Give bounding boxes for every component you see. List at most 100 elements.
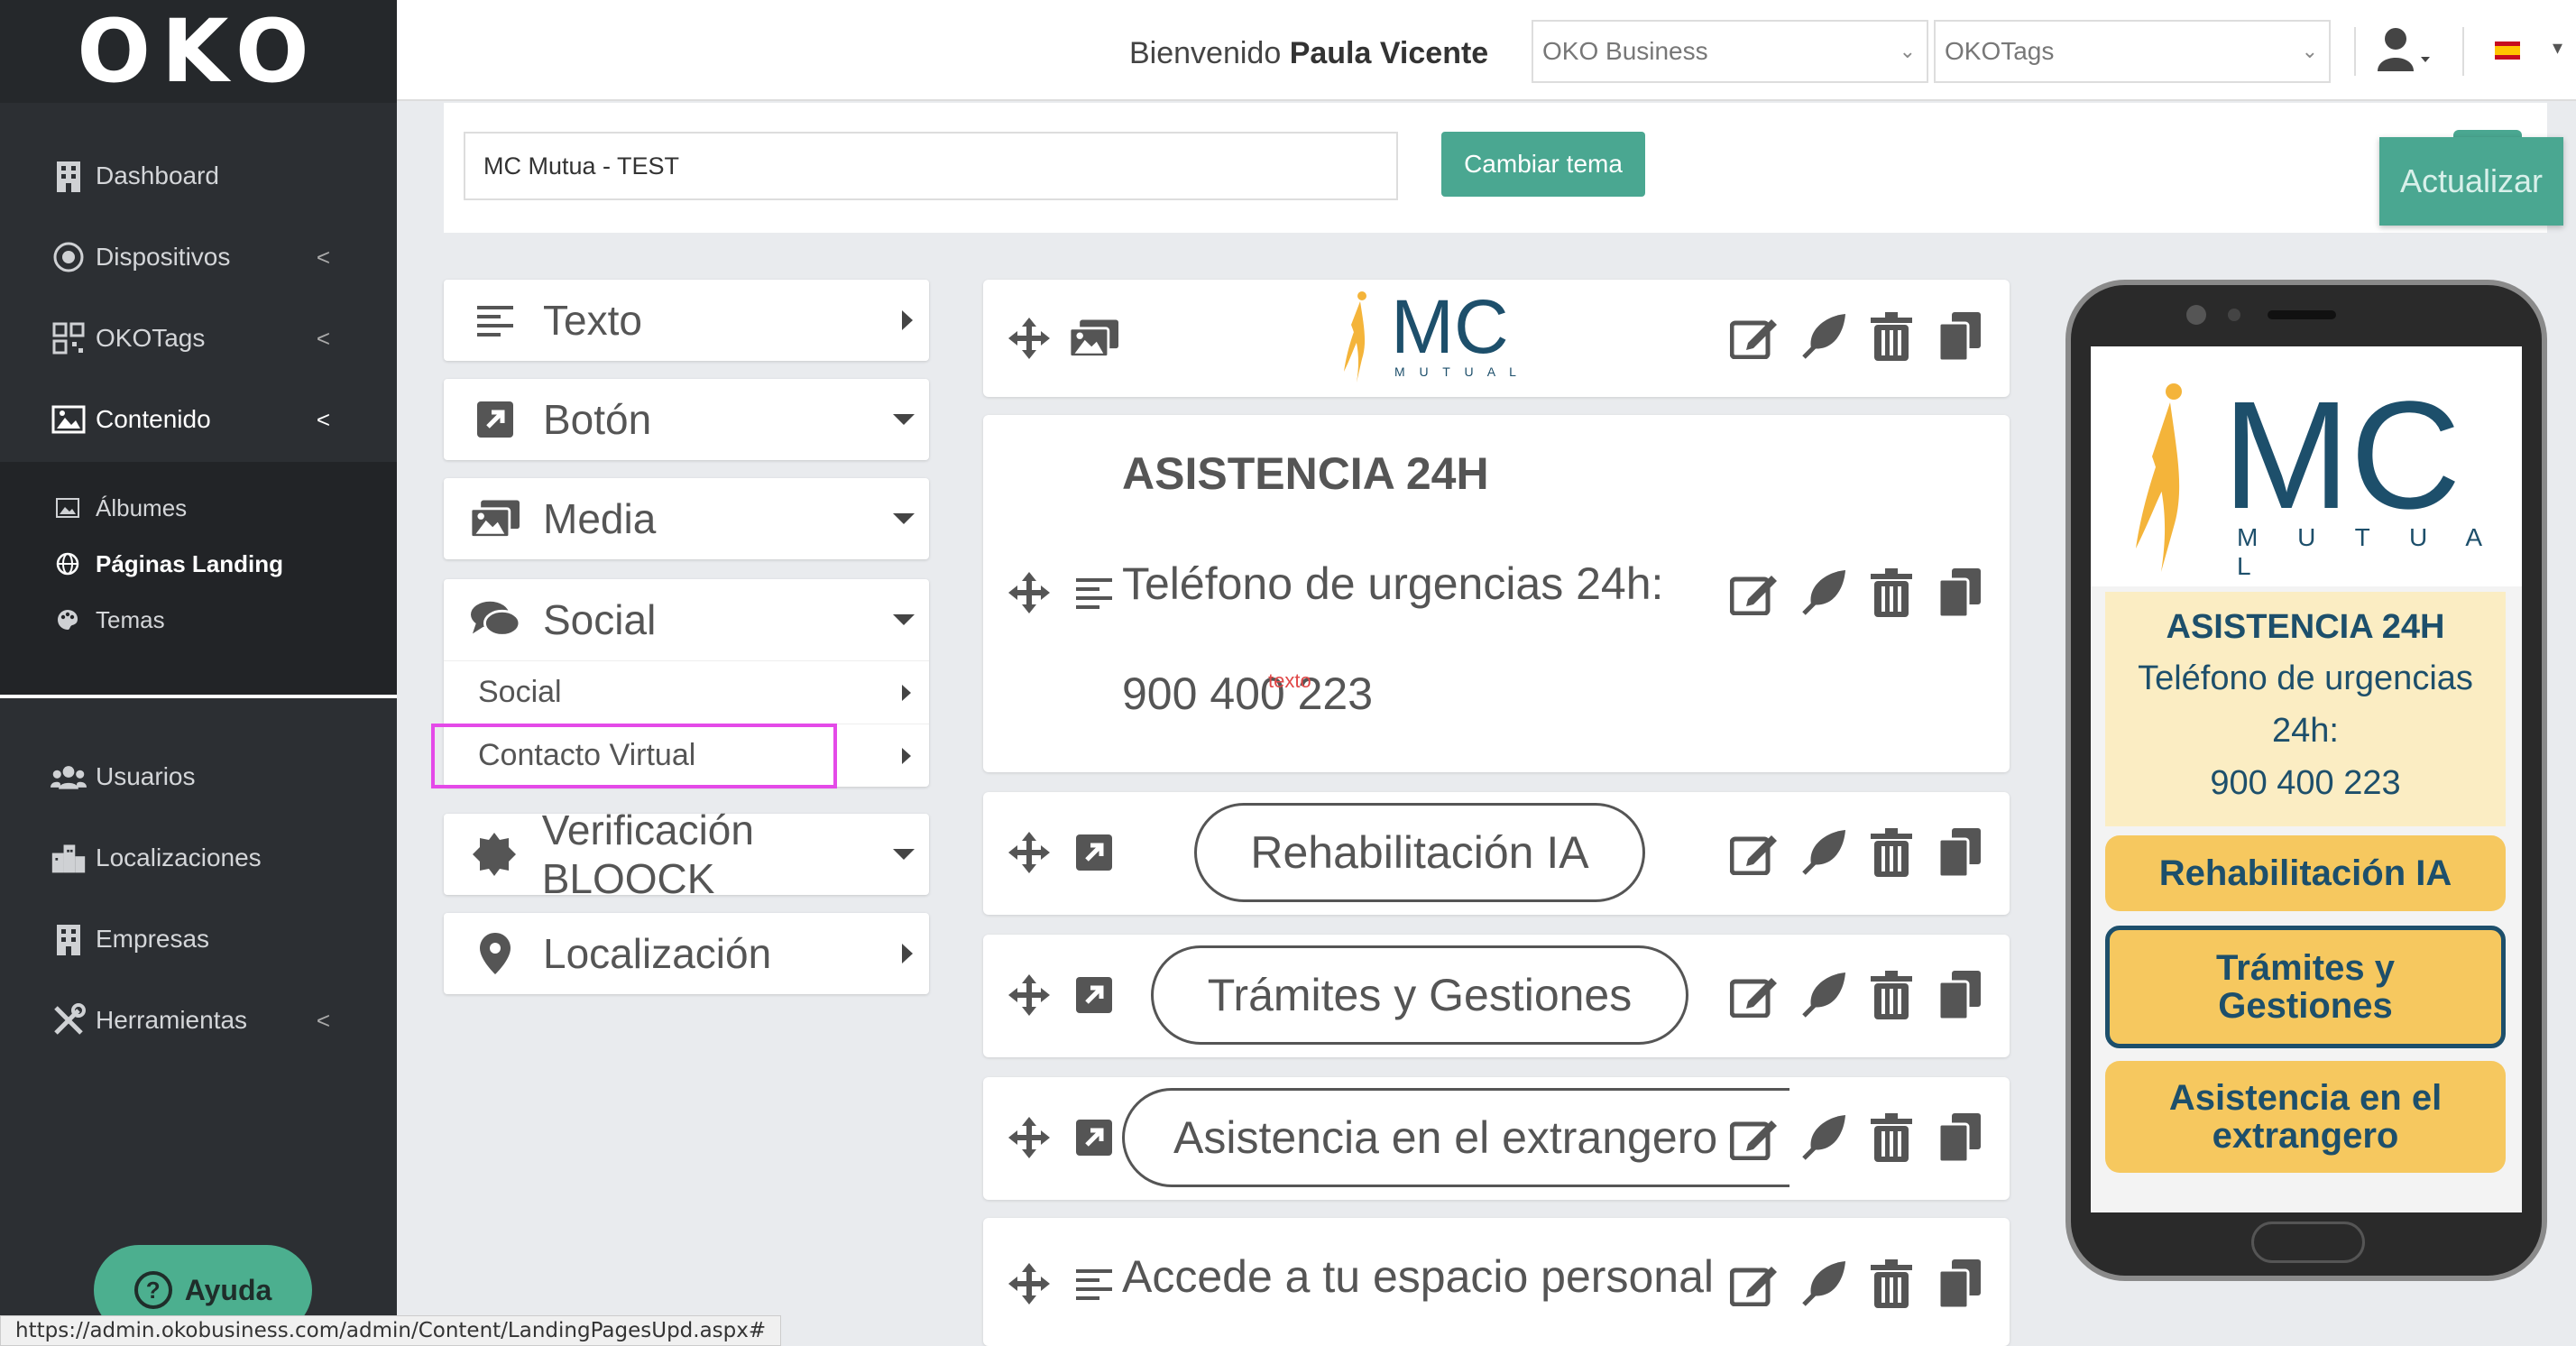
company-select[interactable]: OKO Business ⌄ <box>1532 20 1928 83</box>
block-logo[interactable]: MC M U T U A L <box>983 280 2010 397</box>
trash-icon[interactable] <box>1867 1259 1916 1308</box>
phone-camera <box>2186 305 2206 325</box>
sidebar-item-label: Dashboard <box>96 161 219 189</box>
block-button-tramites[interactable]: Trámites y Gestiones <box>983 935 2010 1057</box>
change-theme-button[interactable]: Cambiar tema <box>1441 132 1645 197</box>
edit-icon[interactable] <box>1730 312 1779 361</box>
trash-icon[interactable] <box>1867 971 1916 1019</box>
widget-boton[interactable]: Botón <box>444 379 929 460</box>
caret-down-icon <box>893 614 915 625</box>
move-icon[interactable] <box>1005 568 1053 617</box>
edit-icon[interactable] <box>1730 1113 1779 1162</box>
user-menu[interactable] <box>2367 20 2439 83</box>
feather-icon[interactable] <box>1799 828 1847 877</box>
feather-icon[interactable] <box>1799 312 1847 361</box>
caret-down-icon[interactable]: ▾ <box>2553 36 2562 60</box>
phone-screen[interactable]: MC M U T U A L ASISTENCIA 24H Teléfono d… <box>2091 346 2522 1212</box>
update-button[interactable]: Actualizar <box>2379 137 2563 226</box>
sidebar-item-dashboard[interactable]: Dashboard <box>0 135 397 217</box>
map-marker-icon <box>471 929 520 978</box>
sidebar-item-label: OKOTags <box>96 324 206 352</box>
trash-icon[interactable] <box>1867 312 1916 361</box>
block-text-accede[interactable]: Accede a tu espacio personal <box>983 1218 2010 1346</box>
trash-icon[interactable] <box>1867 828 1916 877</box>
edit-icon[interactable] <box>1730 971 1779 1019</box>
sidebar-item-dispositivos[interactable]: Dispositivos < <box>0 217 397 298</box>
device-icon <box>51 239 87 275</box>
widget-verificacion[interactable]: Verificación BLOOCK <box>444 807 929 902</box>
sidebar-nav: Dashboard Dispositivos < OKOTags < Conte… <box>0 135 397 460</box>
widget-media[interactable]: Media <box>444 478 929 559</box>
spain-flag-icon[interactable] <box>2495 41 2520 60</box>
external-link-icon <box>1070 828 1118 877</box>
block-button-extrangero[interactable]: Asistencia en el extrangero <box>983 1077 2010 1200</box>
trash-icon[interactable] <box>1867 568 1916 617</box>
move-icon[interactable] <box>1005 1113 1053 1162</box>
feather-icon[interactable] <box>1799 568 1847 617</box>
chevron-left-icon: < <box>316 1006 330 1034</box>
external-link-icon <box>471 395 520 444</box>
widget-label: Localización <box>543 930 772 977</box>
edit-icon[interactable] <box>1730 828 1779 877</box>
qr-icon <box>51 320 87 356</box>
copy-icon[interactable] <box>1936 1113 1984 1162</box>
copy-icon[interactable] <box>1936 568 1984 617</box>
submenu-item-paginas-landing[interactable]: Páginas Landing <box>0 536 397 592</box>
sidebar-item-herramientas[interactable]: Herramientas < <box>0 980 397 1061</box>
caret-right-icon <box>902 747 911 764</box>
widget-localizacion[interactable]: Localización <box>444 913 929 994</box>
sidebar-divider <box>0 695 397 698</box>
widget-texto[interactable]: Texto <box>444 280 929 361</box>
copy-icon[interactable] <box>1936 971 1984 1019</box>
sidebar-item-empresas[interactable]: Empresas <box>0 899 397 980</box>
caret-down-icon <box>893 414 915 425</box>
block-button-rehabilitacion[interactable]: Rehabilitación IA <box>983 792 2010 915</box>
copy-icon[interactable] <box>1936 828 1984 877</box>
submenu-item-label: Páginas Landing <box>96 549 284 577</box>
city-icon <box>51 840 87 876</box>
move-icon[interactable] <box>1005 828 1053 877</box>
sidebar-item-label: Contenido <box>96 405 211 433</box>
sidebar-item-label: Empresas <box>96 925 210 953</box>
block-text-asistencia[interactable]: ASISTENCIA 24H Teléfono de urgencias 24h… <box>983 415 2010 772</box>
submenu-item-albumes[interactable]: Álbumes <box>0 480 397 536</box>
preview-button-rehabilitacion[interactable]: Rehabilitación IA <box>2105 835 2506 911</box>
feather-icon[interactable] <box>1799 971 1847 1019</box>
preview-button-extrangero[interactable]: Asistencia en el extrangero <box>2105 1061 2506 1173</box>
external-link-icon <box>1070 1113 1118 1162</box>
copy-icon[interactable] <box>1936 312 1984 361</box>
edit-icon[interactable] <box>1730 568 1779 617</box>
edit-icon[interactable] <box>1730 1259 1779 1308</box>
copy-icon[interactable] <box>1936 1259 1984 1308</box>
selection-highlight <box>431 724 837 788</box>
preview-card-line2: 900 400 223 <box>2210 764 2401 802</box>
comments-icon <box>471 595 520 644</box>
move-icon[interactable] <box>1005 1259 1053 1308</box>
move-icon[interactable] <box>1005 314 1053 363</box>
okotags-select-value: OKOTags <box>1945 37 2055 65</box>
page-name-input[interactable] <box>464 132 1398 200</box>
block-asist-line1: Teléfono de urgencias 24h: <box>1122 558 1664 609</box>
sidebar-item-localizaciones[interactable]: Localizaciones <box>0 817 397 899</box>
welcome-prefix: Bienvenido <box>1129 36 1282 70</box>
logo[interactable]: OKO <box>0 0 397 103</box>
move-icon[interactable] <box>1005 971 1053 1019</box>
contenido-submenu: Álbumes Páginas Landing Temas <box>0 462 397 698</box>
sidebar-item-usuarios[interactable]: Usuarios <box>0 736 397 817</box>
feather-icon[interactable] <box>1799 1113 1847 1162</box>
widget-sub-social[interactable]: Social <box>444 660 929 724</box>
widget-label: Social <box>543 596 657 643</box>
welcome-text: Bienvenido Paula Vicente <box>1129 36 1488 71</box>
feather-icon[interactable] <box>1799 1259 1847 1308</box>
preview-button-tramites[interactable]: Trámites y Gestiones <box>2105 926 2506 1048</box>
submenu-item-temas[interactable]: Temas <box>0 592 397 648</box>
question-icon: ? <box>133 1271 172 1309</box>
sidebar-item-contenido[interactable]: Contenido < <box>0 379 397 460</box>
block-button-label: Trámites y Gestiones <box>1151 945 1688 1045</box>
sidebar-item-label: Herramientas <box>96 1006 248 1034</box>
submenu-item-label: Álbumes <box>96 493 188 521</box>
okotags-select[interactable]: OKOTags ⌄ <box>1934 20 2331 83</box>
sidebar-item-okotags[interactable]: OKOTags < <box>0 298 397 379</box>
widget-label: Botón <box>543 396 652 443</box>
trash-icon[interactable] <box>1867 1113 1916 1162</box>
